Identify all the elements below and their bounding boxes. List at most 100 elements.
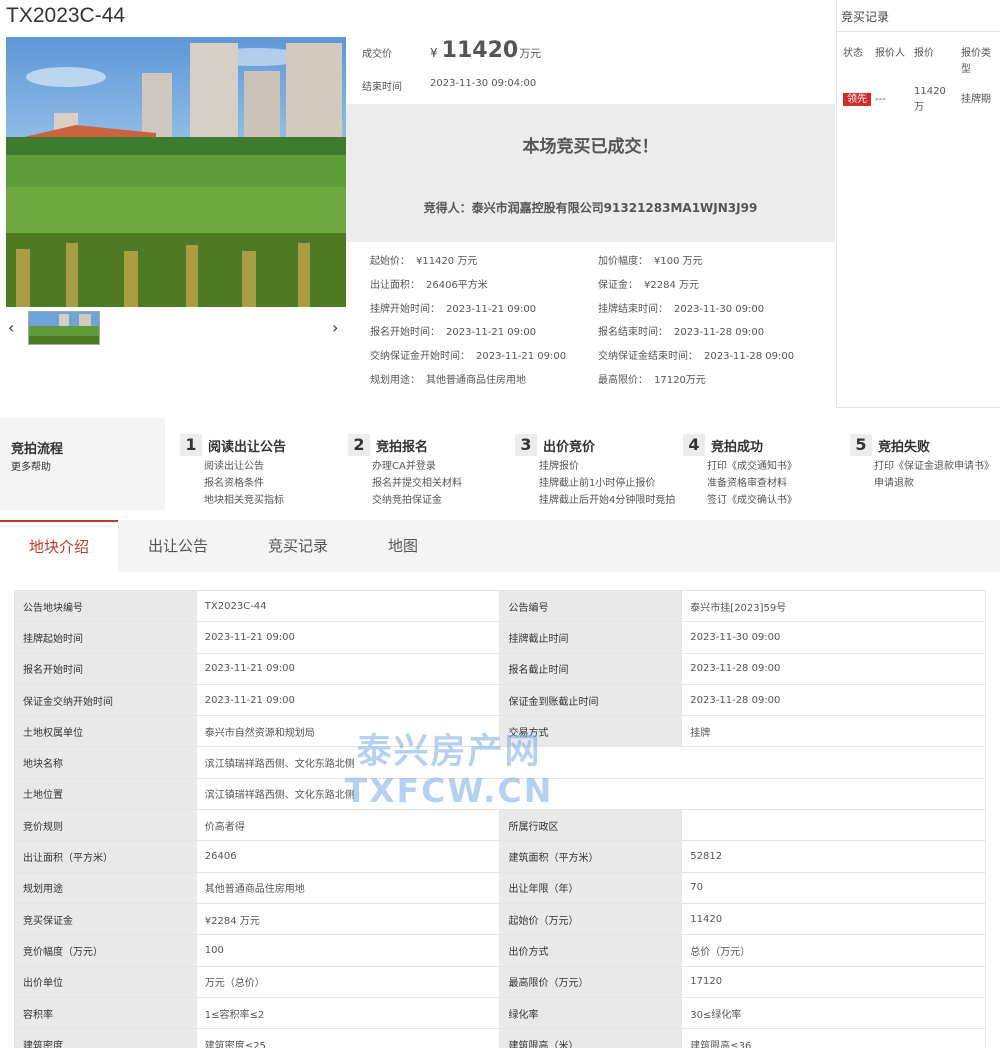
info-row: 规划用途： 其他普通商品住房用地 最高限价： 17120万元 <box>370 366 830 390</box>
info-label: 交纳保证金开始时间： <box>370 351 470 363</box>
table-row: 容积率 1≤容积率≤2 绿化率 30≤绿化率 <box>14 996 986 1030</box>
detail-value: 滨江镇瑞祥路西侧、文化东路北侧 <box>195 777 987 811</box>
info-value: 2023-11-28 09:00 <box>704 351 795 363</box>
detail-value: 1≤容积率≤2 <box>195 996 501 1030</box>
process-step-1: 1 阅读出让公告 阅读出让公告 报名资格条件 地块相关竞买指标 <box>180 434 286 509</box>
table-row: 竞价幅度（万元） 100 出价方式 总价（万元） <box>14 934 986 967</box>
step-name: 竞拍失败 <box>878 439 931 455</box>
info-row: 报名开始时间： 2023-11-21 09:00 报名结束时间： 2023-11-2… <box>370 319 830 343</box>
table-row: 挂牌起始时间 2023-11-21 09:00 挂牌截止时间 2023-11-30 0… <box>14 621 986 654</box>
info-label: 交纳保证金结束时间： <box>598 351 698 363</box>
detail-key: 保证金到账截止时间 <box>499 683 683 717</box>
detail-value: ¥2284 万元 <box>195 902 501 936</box>
step-link[interactable]: 报名并提交相关材料 <box>372 475 462 492</box>
info-row: 起始价： ¥11420 万元 加价幅度： ¥100 万元 <box>370 248 830 272</box>
detail-value: 2023-11-21 09:00 <box>195 683 501 717</box>
detail-key: 出价方式 <box>499 934 683 967</box>
end-time-label: 结束时间 <box>362 82 402 93</box>
detail-key: 出让年限（年） <box>499 871 683 904</box>
detail-key: 土地权属单位 <box>14 715 197 748</box>
info-value: 17120万元 <box>654 374 706 386</box>
thumbnail-image[interactable] <box>28 311 100 345</box>
table-row: 规划用途 其他普通商品住房用地 出让年限（年） 70 <box>14 871 986 904</box>
detail-key: 土地位置 <box>14 777 197 811</box>
divider <box>837 31 1000 32</box>
info-row: 交纳保证金开始时间： 2023-11-21 09:00 交纳保证金结束时间： 202… <box>370 343 830 367</box>
step-link[interactable]: 挂牌报价 <box>539 458 675 475</box>
step-link[interactable]: 交纳竞拍保证金 <box>372 492 462 509</box>
detail-key: 容积率 <box>14 996 197 1030</box>
tab-bid-record[interactable]: 竞买记录 <box>238 520 358 572</box>
deal-winner: 竞得人：泰兴市润嘉控股有限公司91321283MA1WJN3J99 <box>423 201 758 215</box>
step-link[interactable]: 挂牌截止前1小时停止报价 <box>539 475 675 492</box>
detail-value: 滨江镇瑞祥路西侧、文化东路北侧 <box>195 746 987 779</box>
detail-value: 26406 <box>195 840 501 873</box>
info-row: 挂牌开始时间： 2023-11-21 09:00 挂牌结束时间： 2023-11-3… <box>370 295 830 319</box>
step-number: 1 <box>180 434 202 456</box>
step-link[interactable]: 签订《成交确认书》 <box>707 492 797 509</box>
info-label: 保证金： <box>598 280 638 292</box>
step-name: 阅读出让公告 <box>208 439 287 455</box>
price-box: 成交价 ¥ 11420 万元 结束时间 2023-11-30 09:04:00 <box>362 38 832 93</box>
detail-key: 建筑密度 <box>14 1028 197 1048</box>
step-link[interactable]: 打印《保证金退款申请书》 <box>874 458 994 475</box>
step-link[interactable]: 报名资格条件 <box>204 475 286 492</box>
tab-map[interactable]: 地图 <box>358 520 448 572</box>
content-tabs: 地块介绍 出让公告 竞买记录 地图 <box>0 520 1000 572</box>
page-title: TX2023C-44 <box>6 4 126 27</box>
detail-value: TX2023C-44 <box>195 589 501 623</box>
detail-key: 绿化率 <box>499 996 683 1030</box>
deal-status-title: 本场竞买已成交！ <box>522 137 659 157</box>
detail-key: 保证金交纳开始时间 <box>14 683 197 717</box>
process-steps: 1 阅读出让公告 阅读出让公告 报名资格条件 地块相关竞买指标 2 竞拍报名 办理C… <box>165 418 1000 510</box>
detail-key: 竞价幅度（万元） <box>14 934 197 967</box>
info-value: ¥11420 万元 <box>416 256 478 268</box>
tab-transfer-notice[interactable]: 出让公告 <box>118 520 238 572</box>
detail-value: 2023-11-21 09:00 <box>195 621 501 654</box>
detail-key: 挂牌截止时间 <box>499 621 683 654</box>
table-row: 竞买保证金 ¥2284 万元 起始价（万元） 11420 <box>14 902 986 936</box>
detail-key: 报名截止时间 <box>499 652 683 685</box>
detail-value: 泰兴市挂[2023]59号 <box>681 589 986 623</box>
step-name: 竞拍成功 <box>711 439 764 455</box>
step-number: 4 <box>683 434 705 456</box>
info-value: 2023-11-28 09:00 <box>674 327 765 339</box>
process-step-2: 2 竞拍报名 办理CA并登录 报名并提交相关材料 交纳竞拍保证金 <box>348 434 462 509</box>
land-detail-table: 公告地块编号 TX2023C-44 公告编号 泰兴市挂[2023]59号 挂牌起始时间 2… <box>14 589 987 1048</box>
detail-key: 建筑面积（平方米） <box>499 840 683 873</box>
chevron-left-icon[interactable]: ‹ <box>8 318 14 337</box>
more-help-link[interactable]: 更多帮助 <box>11 458 51 473</box>
detail-value: 2023-11-21 09:00 <box>195 652 501 685</box>
process-title: 竞拍流程 <box>11 442 64 457</box>
process-step-4: 4 竞拍成功 打印《成交通知书》 准备资格审查材料 签订《成交确认书》 <box>683 434 797 509</box>
detail-value: 2023-11-30 09:00 <box>681 621 986 654</box>
info-label: 出让面积： <box>370 280 420 292</box>
info-label: 报名结束时间： <box>598 327 668 339</box>
table-row: 公告地块编号 TX2023C-44 公告编号 泰兴市挂[2023]59号 <box>14 589 986 623</box>
info-label: 最高限价： <box>598 374 648 386</box>
detail-value: 100 <box>195 934 501 967</box>
step-link[interactable]: 准备资格审查材料 <box>707 475 797 492</box>
detail-value: 其他普通商品住房用地 <box>195 871 501 904</box>
step-link[interactable]: 申请退款 <box>874 475 994 492</box>
step-link[interactable]: 办理CA并登录 <box>372 458 462 475</box>
detail-value: 总价（万元） <box>681 934 986 967</box>
step-link[interactable]: 挂牌截止后开始4分钟限时竞拍 <box>539 492 675 509</box>
currency-symbol: ¥ <box>430 46 438 60</box>
step-link[interactable]: 打印《成交通知书》 <box>707 458 797 475</box>
table-row: 地块名称 滨江镇瑞祥路西侧、文化东路北侧 <box>14 746 987 779</box>
table-row: 出让面积（平方米） 26406 建筑面积（平方米） 52812 <box>14 840 986 873</box>
info-value: 2023-11-30 09:00 <box>674 303 765 315</box>
process-step-5: 5 竞拍失败 打印《保证金退款申请书》 申请退款 <box>850 434 994 492</box>
table-row: 保证金交纳开始时间 2023-11-21 09:00 保证金到账截止时间 2023-1… <box>14 683 986 717</box>
detail-key: 交易方式 <box>499 715 683 748</box>
step-link[interactable]: 地块相关竞买指标 <box>204 492 286 509</box>
step-link[interactable]: 阅读出让公告 <box>204 458 286 475</box>
chevron-right-icon[interactable]: › <box>332 318 338 337</box>
tab-land-intro[interactable]: 地块介绍 <box>0 520 118 572</box>
detail-key: 竞价规则 <box>14 809 197 842</box>
detail-key: 挂牌起始时间 <box>14 621 197 654</box>
info-value: 2023-11-21 09:00 <box>446 327 537 339</box>
info-value: ¥2284 万元 <box>644 280 699 292</box>
deal-price-unit: 万元 <box>519 47 542 60</box>
